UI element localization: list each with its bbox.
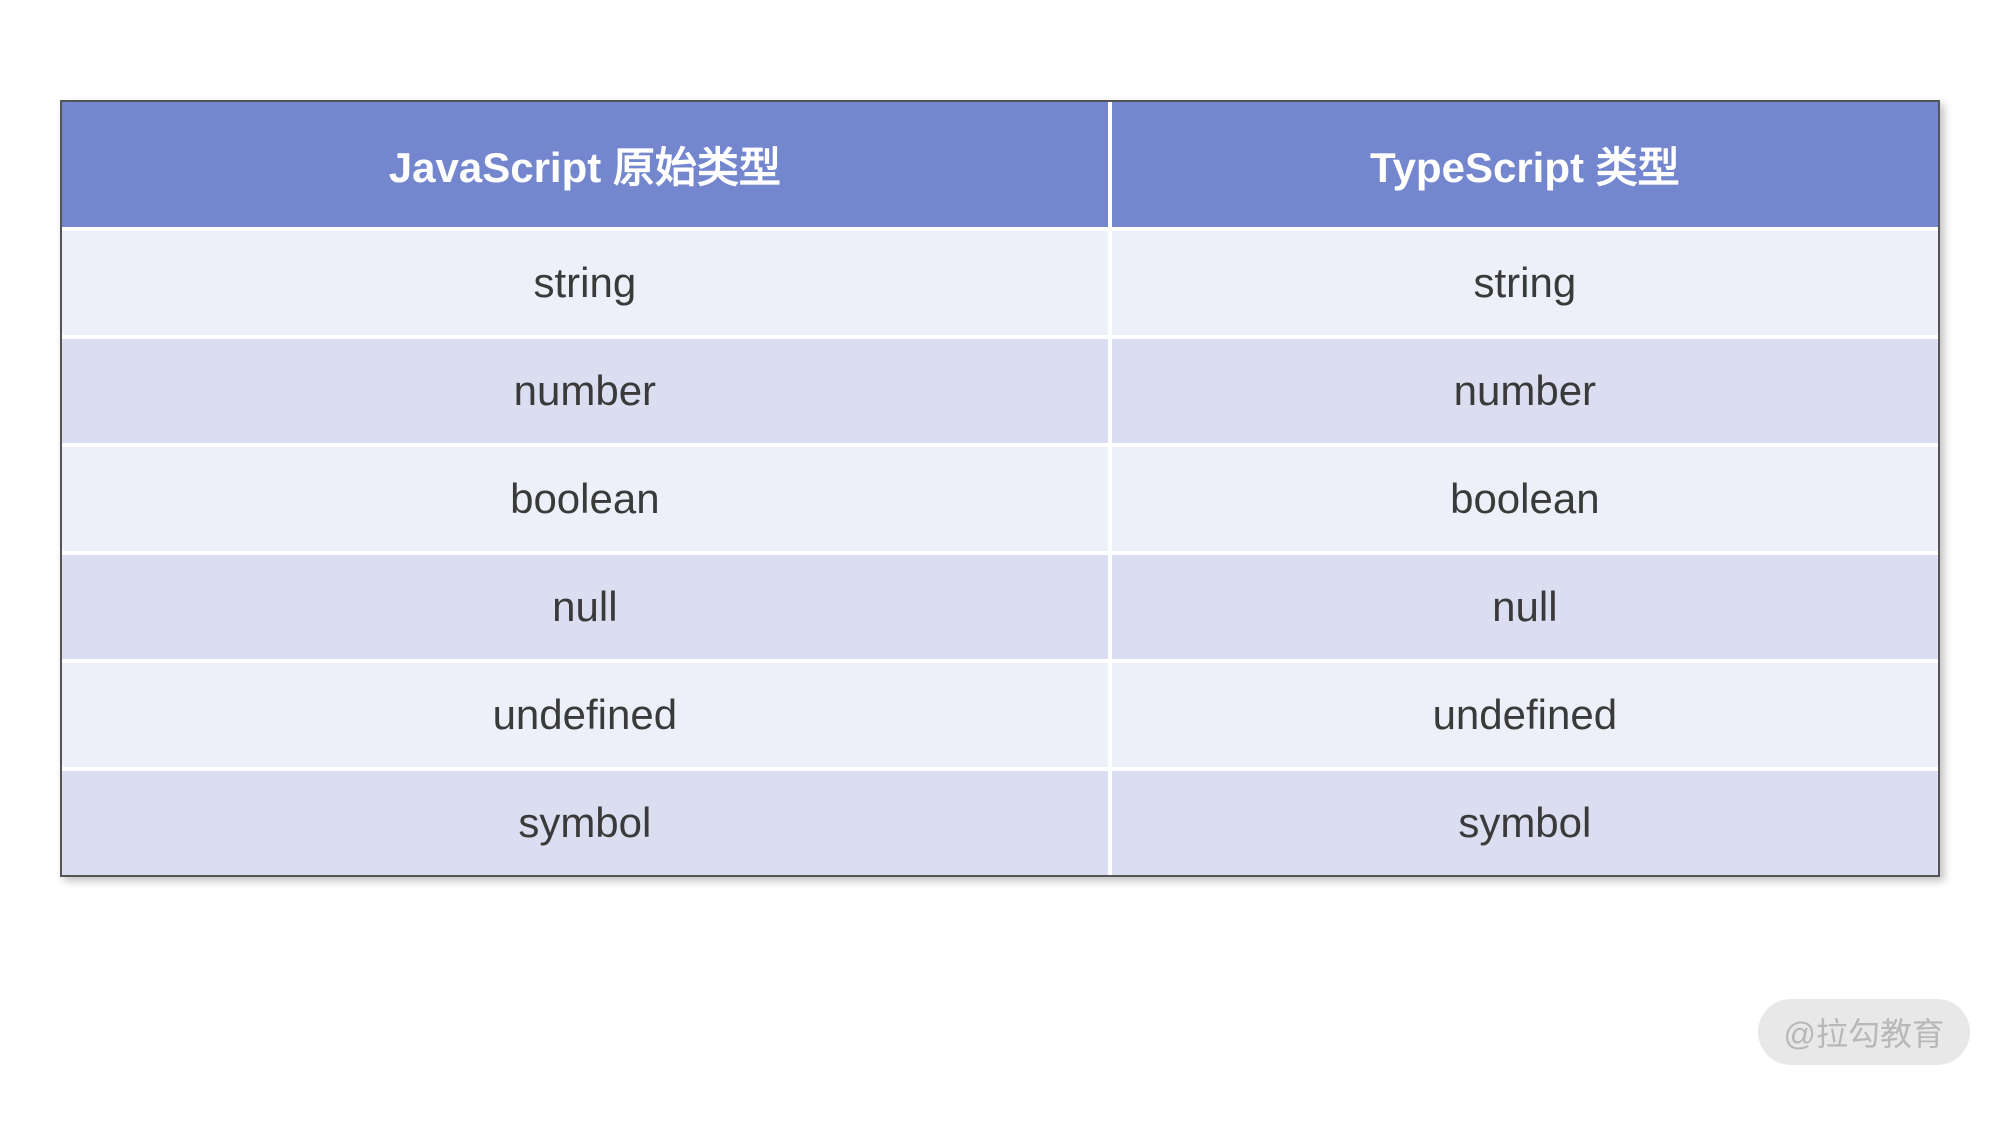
cell-js-type: null: [62, 553, 1110, 661]
table-row: number number: [62, 337, 1938, 445]
type-comparison-table: JavaScript 原始类型 TypeScript 类型 string str…: [60, 100, 1940, 877]
table-row: symbol symbol: [62, 769, 1938, 875]
cell-ts-type: string: [1110, 229, 1938, 337]
table-header-row: JavaScript 原始类型 TypeScript 类型: [62, 102, 1938, 229]
header-typescript: TypeScript 类型: [1110, 102, 1938, 229]
cell-js-type: number: [62, 337, 1110, 445]
cell-js-type: undefined: [62, 661, 1110, 769]
table-row: boolean boolean: [62, 445, 1938, 553]
cell-js-type: boolean: [62, 445, 1110, 553]
cell-js-type: string: [62, 229, 1110, 337]
cell-ts-type: number: [1110, 337, 1938, 445]
cell-ts-type: undefined: [1110, 661, 1938, 769]
watermark-badge: @拉勾教育: [1758, 999, 1971, 1065]
header-javascript: JavaScript 原始类型: [62, 102, 1110, 229]
table-row: null null: [62, 553, 1938, 661]
cell-ts-type: symbol: [1110, 769, 1938, 875]
cell-ts-type: null: [1110, 553, 1938, 661]
table-row: string string: [62, 229, 1938, 337]
cell-ts-type: boolean: [1110, 445, 1938, 553]
cell-js-type: symbol: [62, 769, 1110, 875]
table-row: undefined undefined: [62, 661, 1938, 769]
